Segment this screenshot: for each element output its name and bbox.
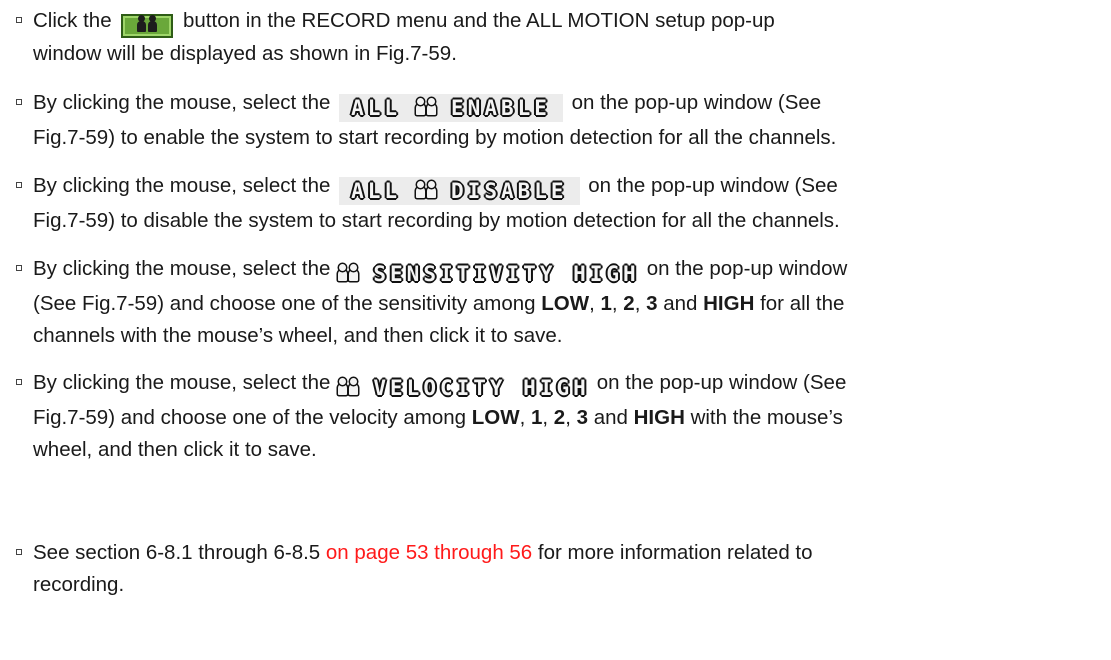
- line: Fig.7-59) and choose one of the velocity…: [33, 406, 843, 429]
- item-text: Fig.7-59) and choose one of the velocity…: [33, 406, 472, 429]
- item-text: recording.: [33, 573, 125, 596]
- value-3: 3: [576, 406, 589, 429]
- sensitivity-high-option[interactable]: SENSITIVITY HIGH: [333, 260, 643, 288]
- value-2: 2: [623, 292, 635, 315]
- osd-label: VELOCITY HIGH: [373, 376, 590, 400]
- value-3: 3: [646, 292, 658, 315]
- all-motion-disable-option[interactable]: ALL DISABLE: [339, 177, 580, 205]
- bullet-icon: [16, 265, 22, 271]
- osd-label: ENABLE: [451, 96, 551, 120]
- item-text: on the pop-up window (See: [596, 371, 847, 394]
- value-2: 2: [553, 406, 566, 429]
- page-reference-link[interactable]: on page 53 through 56: [326, 541, 532, 564]
- item-text: on the pop-up window: [646, 257, 848, 280]
- item-text: on the pop-up window (See: [571, 91, 822, 114]
- list-item: Click the button in the RECORD menu and …: [16, 5, 1106, 70]
- motion-people-icon: [415, 98, 437, 115]
- line: (See Fig.7-59) and choose one of the sen…: [33, 292, 845, 315]
- line: Click the button in the RECORD menu and …: [33, 5, 1106, 38]
- item-text: See section 6-8.1 through 6-8.5: [33, 541, 326, 564]
- item-text: window will be displayed as shown in Fig…: [33, 42, 457, 65]
- item-text: for more information related to: [532, 541, 813, 564]
- item-text: By clicking the mouse, select the: [33, 91, 331, 114]
- bullet-icon: [16, 182, 22, 188]
- line: By clicking the mouse, select the ALL ENA…: [33, 87, 1106, 122]
- item-text: (See Fig.7-59) and choose one of the sen…: [33, 292, 542, 315]
- osd-label: ALL: [351, 179, 402, 203]
- item-text: By clicking the mouse, select the: [33, 257, 331, 280]
- osd-label: DISABLE: [451, 179, 568, 203]
- item-text: Fig.7-59) to disable the system to start…: [33, 209, 840, 232]
- line: See section 6-8.1 through 6-8.5 on page …: [33, 537, 1106, 569]
- value-1: 1: [600, 292, 612, 315]
- list-item: By clicking the mouse, select the ALL ENA…: [16, 87, 1106, 154]
- value-low: LOW: [541, 292, 590, 315]
- bullet-icon: [16, 99, 22, 105]
- value-low: LOW: [471, 406, 520, 429]
- line: By clicking the mouse, select the SENSITI…: [33, 253, 1106, 288]
- list-item: See section 6-8.1 through 6-8.5 on page …: [16, 537, 1106, 601]
- item-text: By clicking the mouse, select the: [33, 371, 331, 394]
- motion-people-icon: [337, 264, 359, 281]
- all-motion-enable-option[interactable]: ALL ENABLE: [339, 94, 563, 122]
- motion-record-button[interactable]: [121, 14, 174, 38]
- item-text: Click the: [33, 9, 112, 32]
- motion-people-icon: [136, 15, 158, 32]
- osd-label: ALL: [351, 96, 402, 120]
- bullet-icon: [16, 17, 22, 23]
- list-item: By clicking the mouse, select the VELOCIT…: [16, 367, 1106, 466]
- motion-people-icon: [415, 181, 437, 198]
- item-text: wheel, and then click it to save.: [33, 438, 317, 461]
- item-text: By clicking the mouse, select the: [33, 174, 331, 197]
- line: By clicking the mouse, select the VELOCIT…: [33, 367, 1106, 402]
- osd-label: SENSITIVITY HIGH: [373, 262, 640, 286]
- line: By clicking the mouse, select the ALL DIS…: [33, 170, 1106, 205]
- item-text: button in the RECORD menu and the ALL MO…: [177, 9, 775, 32]
- value-high: HIGH: [703, 292, 755, 315]
- manual-page: Click the button in the RECORD menu and …: [0, 0, 1111, 660]
- value-1: 1: [530, 406, 543, 429]
- list-item: By clicking the mouse, select the ALL DIS…: [16, 170, 1106, 237]
- bullet-icon: [16, 549, 22, 555]
- item-text: on the pop-up window (See: [588, 174, 838, 197]
- item-text: channels with the mouse’s wheel, and the…: [33, 324, 563, 347]
- list-item: By clicking the mouse, select the SENSITI…: [16, 253, 1106, 352]
- bullet-icon: [16, 379, 22, 385]
- value-high: HIGH: [633, 406, 685, 429]
- motion-people-icon: [337, 378, 359, 395]
- velocity-high-option[interactable]: VELOCITY HIGH: [333, 374, 593, 402]
- item-text: Fig.7-59) to enable the system to start …: [33, 126, 837, 149]
- item-text: with the mouse’s: [684, 406, 843, 429]
- item-text: for all the: [754, 292, 845, 315]
